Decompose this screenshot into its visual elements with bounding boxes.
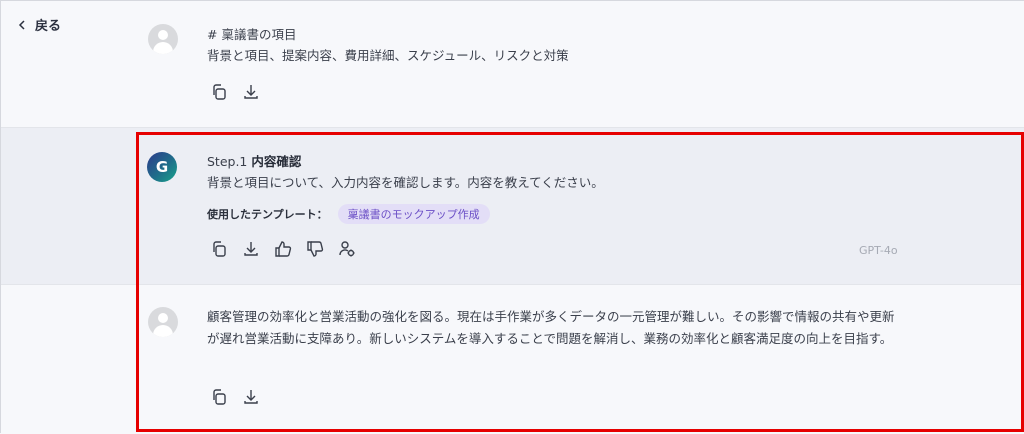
chat-page: 戻る # 稟議書の項目 背景と項目、提案内容、費用詳細、スケジュール、リスクと対… [0, 0, 1024, 434]
model-label: GPT-4o [859, 244, 898, 257]
assistant-avatar-letter: G [155, 158, 169, 176]
thumbs-up-icon [275, 241, 292, 257]
message-heading: # 稟議書の項目 [207, 27, 297, 42]
assistant-message: Step.1 内容確認 背景と項目について、入力内容を確認します。内容を教えてく… [207, 151, 897, 193]
message-actions [209, 82, 261, 102]
assistant-avatar: G [147, 152, 177, 182]
user-settings-button[interactable] [337, 239, 357, 259]
copy-button[interactable] [209, 82, 229, 102]
thumbs-down-button[interactable] [305, 239, 325, 259]
user-message-row: 顧客管理の効率化と営業活動の強化を図る。現在は手作業が多くデータの一元管理が難し… [1, 285, 1024, 434]
assistant-message-row: G Step.1 内容確認 背景と項目について、入力内容を確認します。内容を教え… [1, 127, 1024, 285]
message-actions [209, 239, 357, 259]
template-info: 使用したテンプレート： 稟議書のモックアップ作成 [207, 204, 490, 224]
user-settings-icon [339, 241, 355, 257]
download-button[interactable] [241, 82, 261, 102]
thumbs-up-button[interactable] [273, 239, 293, 259]
back-label: 戻る [35, 19, 62, 34]
copy-icon [213, 84, 226, 100]
copy-icon [213, 389, 226, 405]
chevron-left-icon [18, 19, 25, 30]
user-message-row: 戻る # 稟議書の項目 背景と項目、提案内容、費用詳細、スケジュール、リスクと対… [1, 1, 1024, 127]
back-button[interactable]: 戻る [17, 15, 61, 34]
step-title: 内容確認 [251, 154, 302, 169]
user-avatar [148, 307, 178, 337]
thumbs-down-icon [307, 241, 324, 257]
copy-button[interactable] [209, 387, 229, 407]
copy-icon [213, 241, 226, 257]
download-icon [244, 242, 258, 256]
copy-button[interactable] [209, 239, 229, 259]
step-prefix: Step.1 [207, 154, 248, 169]
message-text: 背景と項目について、入力内容を確認します。内容を教えてください。 [207, 175, 604, 190]
user-message: 顧客管理の効率化と営業活動の強化を図る。現在は手作業が多くデータの一元管理が難し… [207, 306, 897, 349]
user-message: # 稟議書の項目 背景と項目、提案内容、費用詳細、スケジュール、リスクと対策 [207, 24, 897, 66]
message-text: 背景と項目、提案内容、費用詳細、スケジュール、リスクと対策 [207, 48, 569, 63]
message-text: 顧客管理の効率化と営業活動の強化を図る。現在は手作業が多くデータの一元管理が難し… [207, 309, 895, 346]
template-label: 使用したテンプレート： [207, 208, 328, 221]
message-actions [209, 387, 261, 407]
step-title-line: Step.1 内容確認 [207, 151, 897, 172]
download-button[interactable] [241, 387, 261, 407]
download-icon [244, 390, 258, 404]
download-icon [244, 85, 258, 99]
user-avatar [148, 24, 178, 54]
download-button[interactable] [241, 239, 261, 259]
template-chip[interactable]: 稟議書のモックアップ作成 [337, 204, 490, 224]
